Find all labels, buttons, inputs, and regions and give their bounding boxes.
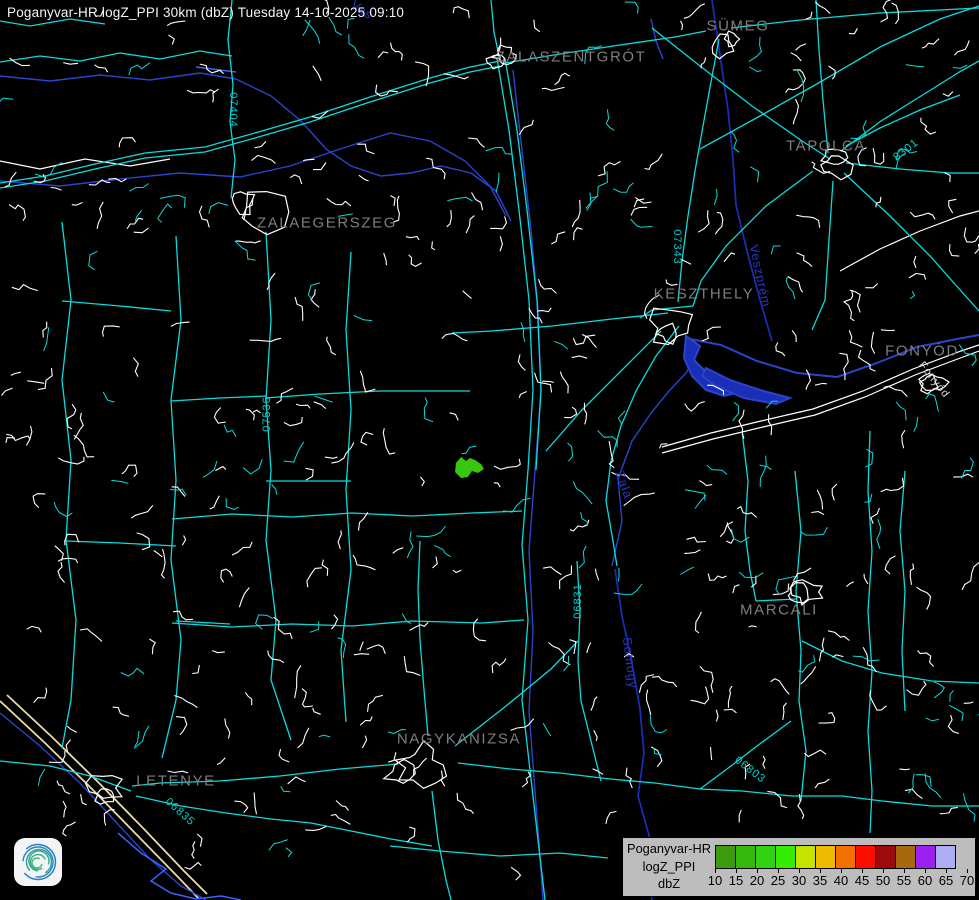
road-number-label: 07536 xyxy=(261,396,273,432)
legend-tick-label: 30 xyxy=(792,873,806,888)
legend-color-cell xyxy=(715,845,736,869)
legend-unit: dbZ xyxy=(625,875,713,893)
legend-color-cell xyxy=(915,845,936,869)
legend-tick-label: 60 xyxy=(918,873,932,888)
city-label: KESZTHELY xyxy=(654,286,755,303)
radar-map-stage: SÜMEG ZALASZENTGRÓT TAPOLCA ZALAEGERSZEG KES… xyxy=(0,0,979,900)
road-number-label: Fonyód xyxy=(916,359,952,400)
legend-tick-label: 10 xyxy=(708,873,722,888)
legend-tick-label: 70 xyxy=(960,873,974,888)
city-label: NAGYKANIZSA xyxy=(397,731,521,748)
road-number-label: 06803 xyxy=(732,754,767,785)
city-label: LETENYE xyxy=(136,773,216,790)
legend-color-scale xyxy=(715,845,956,869)
radar-logo xyxy=(13,837,63,887)
radar-title: Poganyvar-HR logZ_PPI 30km (dbZ) Tuesday… xyxy=(7,5,404,20)
legend-color-cell xyxy=(855,845,876,869)
legend-product: logZ_PPI xyxy=(625,858,713,876)
road-number-label: 8301 xyxy=(891,137,921,164)
legend-color-cell xyxy=(815,845,836,869)
legend-color-cell xyxy=(735,845,756,869)
legend-color-cell xyxy=(895,845,916,869)
dbz-legend: Poganyvar-HR logZ_PPI dbZ 10 15 20 25 30 35 40… xyxy=(622,837,976,897)
legend-color-cell xyxy=(775,845,796,869)
legend-color-cell xyxy=(935,845,956,869)
legend-tick-label: 20 xyxy=(750,873,764,888)
city-label: FONYÓD xyxy=(885,343,959,360)
city-label: ZALAEGERSZEG xyxy=(257,215,397,232)
legend-color-cell xyxy=(875,845,896,869)
county-name-label: Zala xyxy=(613,469,636,500)
legend-tick-label: 45 xyxy=(855,873,869,888)
road-number-label: 07343 xyxy=(671,229,683,265)
legend-tick-label: 35 xyxy=(813,873,827,888)
road-number-label: 06831 xyxy=(572,583,584,619)
legend-tick-label: 55 xyxy=(897,873,911,888)
city-label: SÜMEG xyxy=(706,18,769,35)
legend-caption: Poganyvar-HR logZ_PPI dbZ xyxy=(625,840,713,893)
county-name-label: Somogy xyxy=(620,636,640,689)
legend-color-cell xyxy=(835,845,856,869)
map-label-layer: SÜMEG ZALASZENTGRÓT TAPOLCA ZALAEGERSZEG KES… xyxy=(0,0,979,900)
county-name-label: Veszprém xyxy=(747,243,774,308)
road-number-label: 06835 xyxy=(163,796,197,829)
city-label: TAPOLCA xyxy=(786,138,866,155)
city-label: MARCALI xyxy=(740,602,818,619)
legend-station: Poganyvar-HR xyxy=(625,840,713,858)
road-number-label: 07404 xyxy=(227,92,239,128)
legend-tick-label: 25 xyxy=(771,873,785,888)
legend-tick-label: 40 xyxy=(834,873,848,888)
legend-tick-label: 65 xyxy=(939,873,953,888)
legend-tick-label: 15 xyxy=(729,873,743,888)
city-label: ZALASZENTGRÓT xyxy=(496,49,647,66)
legend-color-cell xyxy=(755,845,776,869)
legend-color-cell xyxy=(795,845,816,869)
legend-tick-label: 50 xyxy=(876,873,890,888)
